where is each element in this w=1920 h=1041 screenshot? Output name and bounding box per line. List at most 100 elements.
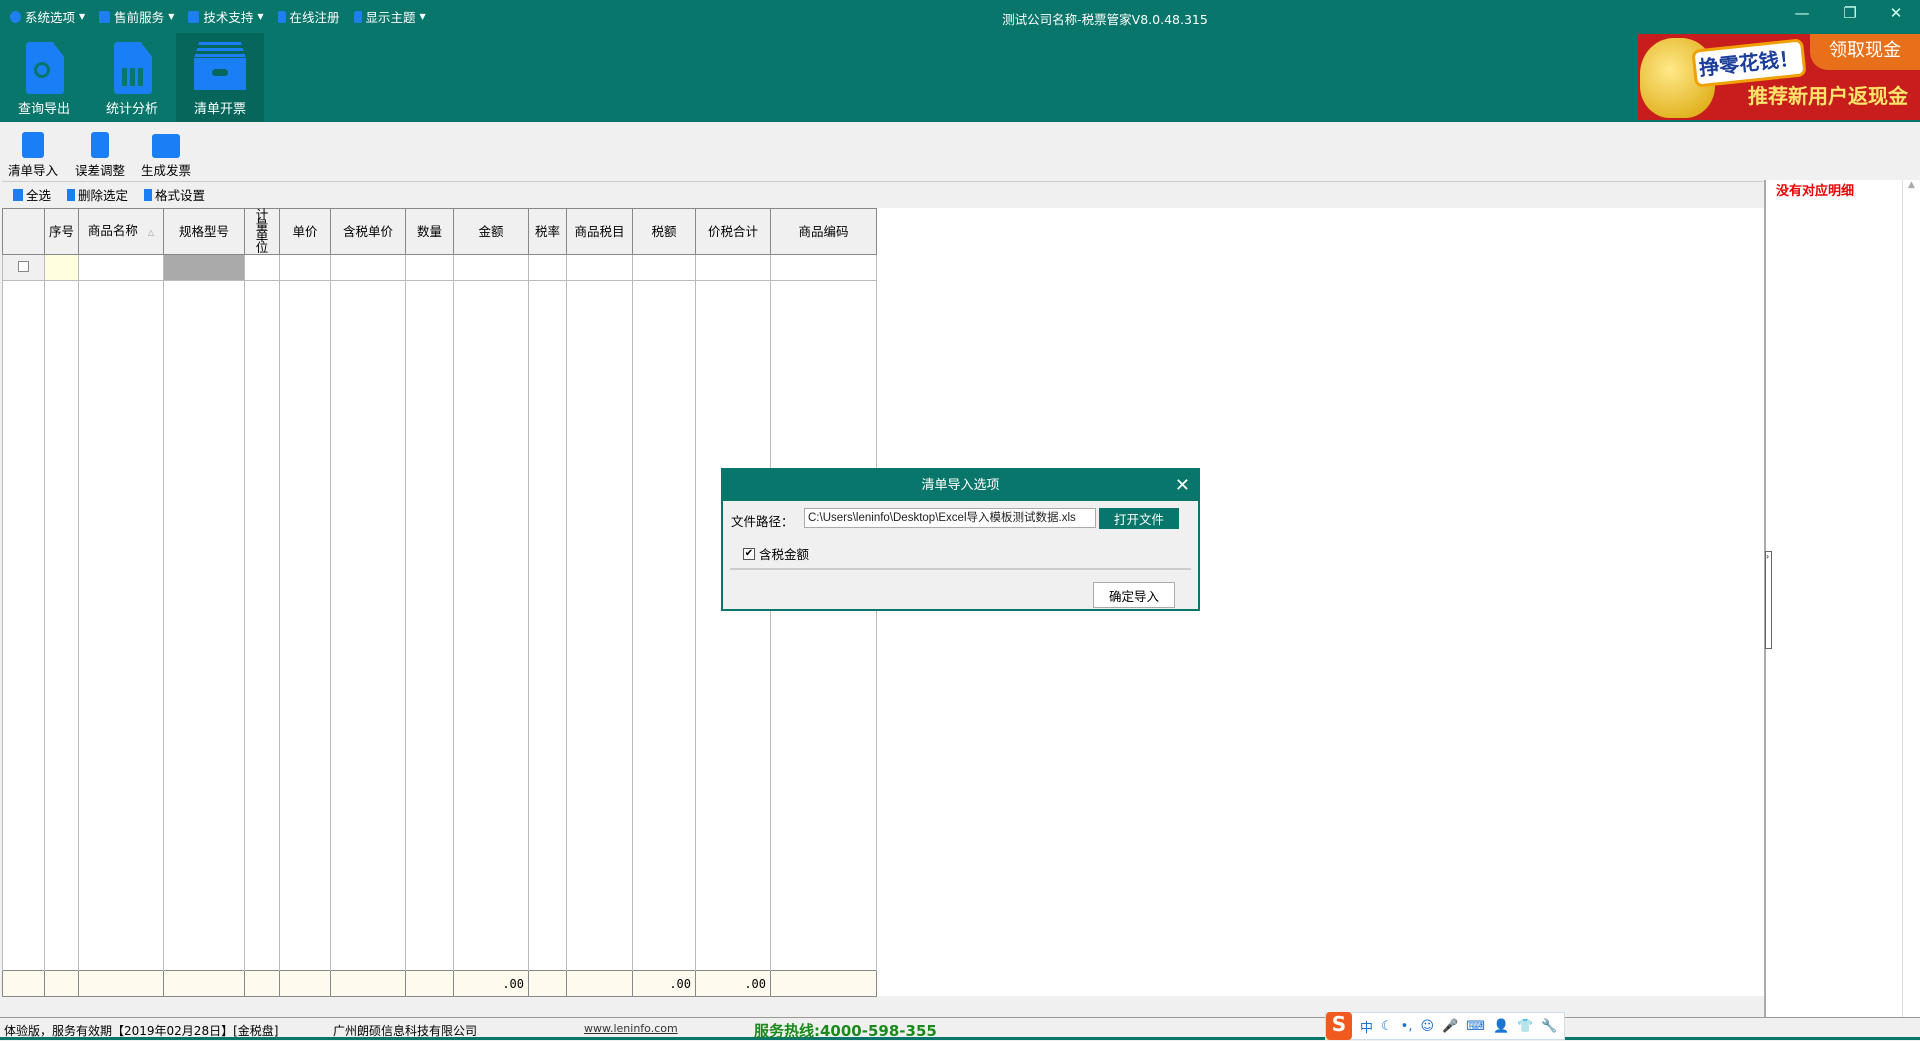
restore-button[interactable]: ❐ xyxy=(1830,4,1870,22)
tab-query-export[interactable]: 查询导出 xyxy=(0,33,88,122)
emoji-icon[interactable]: ☺ xyxy=(1420,1019,1434,1034)
generate-invoice-button[interactable]: 生成发票 xyxy=(136,128,196,179)
filler-cell xyxy=(566,280,633,971)
table-cell[interactable] xyxy=(78,254,164,281)
website-link[interactable]: www.leninfo.com xyxy=(584,1022,678,1035)
footer-total-cell xyxy=(279,970,331,997)
tab-list-invoicing[interactable]: 清单开票 xyxy=(176,33,264,122)
error-adjust-button[interactable]: 误差调整 xyxy=(70,128,130,179)
shirt-icon[interactable]: 👕 xyxy=(1517,1019,1533,1034)
divider xyxy=(730,568,1191,570)
column-header-label: 规格型号 xyxy=(178,223,229,239)
ime-mode-button[interactable]: 中 xyxy=(1360,1017,1373,1036)
table-cell[interactable] xyxy=(528,254,567,281)
ad-banner[interactable]: 挣零花钱！ 领取现金 推荐新用户返现金 xyxy=(1638,34,1920,120)
file-path-input[interactable]: C:\Users\leninfo\Desktop\Excel导入模板测试数据.x… xyxy=(804,508,1096,528)
filler-cell xyxy=(2,280,45,971)
column-header-label: 税率 xyxy=(534,223,560,239)
column-header[interactable]: 含税单价 xyxy=(330,208,406,255)
footer-total-cell xyxy=(330,970,406,997)
column-header[interactable]: 商品名称 △ xyxy=(78,208,164,255)
moon-icon[interactable]: ☾ xyxy=(1381,1019,1393,1034)
column-header-label: 含税单价 xyxy=(342,223,393,239)
row-checkbox[interactable] xyxy=(18,260,29,272)
column-header[interactable] xyxy=(2,208,45,255)
footer-total-cell xyxy=(163,970,245,997)
filler-cell xyxy=(453,280,529,971)
keyboard-icon[interactable]: ⌨ xyxy=(1466,1019,1485,1034)
column-header[interactable]: 价税合计 xyxy=(695,208,771,255)
table-cell[interactable] xyxy=(695,254,771,281)
ad-slogan: 推荐新用户返现金 xyxy=(1748,84,1908,108)
scroll-up-icon[interactable]: ▲ xyxy=(1903,180,1920,190)
dialog-close-button[interactable]: ✕ xyxy=(1175,470,1190,501)
confirm-import-button[interactable]: 确定导入 xyxy=(1093,582,1175,608)
file-path-label: 文件路径： xyxy=(731,514,794,529)
filler-cell xyxy=(163,280,245,971)
table-cell[interactable] xyxy=(330,254,406,281)
button-label: 生成发票 xyxy=(140,163,191,178)
list-icon xyxy=(13,188,23,201)
column-header-label: 单价 xyxy=(292,223,318,239)
microphone-icon[interactable]: 🎤 xyxy=(1442,1019,1458,1034)
column-header-label: 金额 xyxy=(478,223,504,239)
tab-statistics[interactable]: 统计分析 xyxy=(88,33,176,122)
column-header[interactable]: 规格型号 xyxy=(163,208,245,255)
footer-total-cell xyxy=(770,970,877,997)
edition-text: 体验版，服务有效期【2019年02月28日】[金税盘] xyxy=(4,1024,279,1038)
table-cell[interactable] xyxy=(163,254,245,281)
sogou-logo-icon[interactable]: S xyxy=(1326,1012,1352,1040)
list-import-button[interactable]: 清单导入 xyxy=(3,128,63,179)
wrench-icon[interactable]: 🔧 xyxy=(1541,1019,1557,1034)
tab-label: 统计分析 xyxy=(105,102,158,117)
table-cell[interactable] xyxy=(279,254,331,281)
table-cell[interactable] xyxy=(453,254,529,281)
sort-indicator-icon[interactable]: △ xyxy=(148,228,154,237)
ime-toolbar: S 中 ☾ •, ☺ 🎤 ⌨ 👤 👕 🔧 xyxy=(1325,1012,1565,1040)
filler-cell xyxy=(695,280,771,971)
tax-inclusive-checkbox[interactable]: ✔ 含税金额 xyxy=(743,544,809,563)
close-button[interactable]: ✕ xyxy=(1876,4,1916,22)
format-settings-button[interactable]: 格式设置 xyxy=(144,185,205,204)
open-file-button[interactable]: 打开文件 xyxy=(1099,508,1179,529)
footer-total-cell xyxy=(405,970,454,997)
filler-cell xyxy=(528,280,567,971)
vertical-scrollbar[interactable]: ▲ xyxy=(1902,180,1920,1017)
panel-splitter[interactable]: › xyxy=(1765,551,1772,649)
column-header-label: 商品名称 xyxy=(87,222,138,238)
chevron-right-icon: › xyxy=(1766,552,1770,561)
printer-icon xyxy=(152,134,180,158)
column-header[interactable]: 税率 xyxy=(528,208,567,255)
column-header-label: 商品税目 xyxy=(574,223,625,239)
table-cell[interactable] xyxy=(405,254,454,281)
footer-total-cell xyxy=(2,970,45,997)
column-header[interactable]: 商品税目 xyxy=(566,208,633,255)
minimize-button[interactable]: — xyxy=(1782,4,1822,22)
column-header[interactable]: 金额 xyxy=(453,208,529,255)
chart-document-icon xyxy=(112,42,152,94)
table-cell[interactable] xyxy=(44,254,79,281)
dialog-header: 清单导入选项 ✕ xyxy=(723,470,1198,501)
column-header[interactable]: 税额 xyxy=(632,208,696,255)
user-icon[interactable]: 👤 xyxy=(1493,1019,1509,1034)
column-header-label: 计量单位 xyxy=(255,207,269,255)
filler-cell xyxy=(78,280,164,971)
table-cell[interactable] xyxy=(566,254,633,281)
detail-panel: 没有对应明细 ▲ xyxy=(1764,180,1920,1017)
table-cell[interactable] xyxy=(632,254,696,281)
select-all-button[interactable]: 全选 xyxy=(13,185,51,204)
checkbox-label: 含税金额 xyxy=(759,547,810,562)
punctuation-icon[interactable]: •, xyxy=(1401,1019,1413,1034)
table-cell[interactable] xyxy=(244,254,280,281)
column-header[interactable]: 计量单位 xyxy=(244,207,280,255)
column-header[interactable]: 商品编码 xyxy=(770,208,877,255)
trash-icon xyxy=(67,188,76,201)
table-cell[interactable] xyxy=(770,254,877,281)
column-header[interactable]: 单价 xyxy=(279,208,331,255)
filler-cell xyxy=(405,280,454,971)
column-header[interactable]: 序号 xyxy=(44,208,79,255)
table-cell[interactable] xyxy=(2,254,45,281)
column-header-label: 税额 xyxy=(651,223,677,239)
delete-selected-button[interactable]: 删除选定 xyxy=(67,185,128,204)
column-header[interactable]: 数量 xyxy=(405,208,454,255)
